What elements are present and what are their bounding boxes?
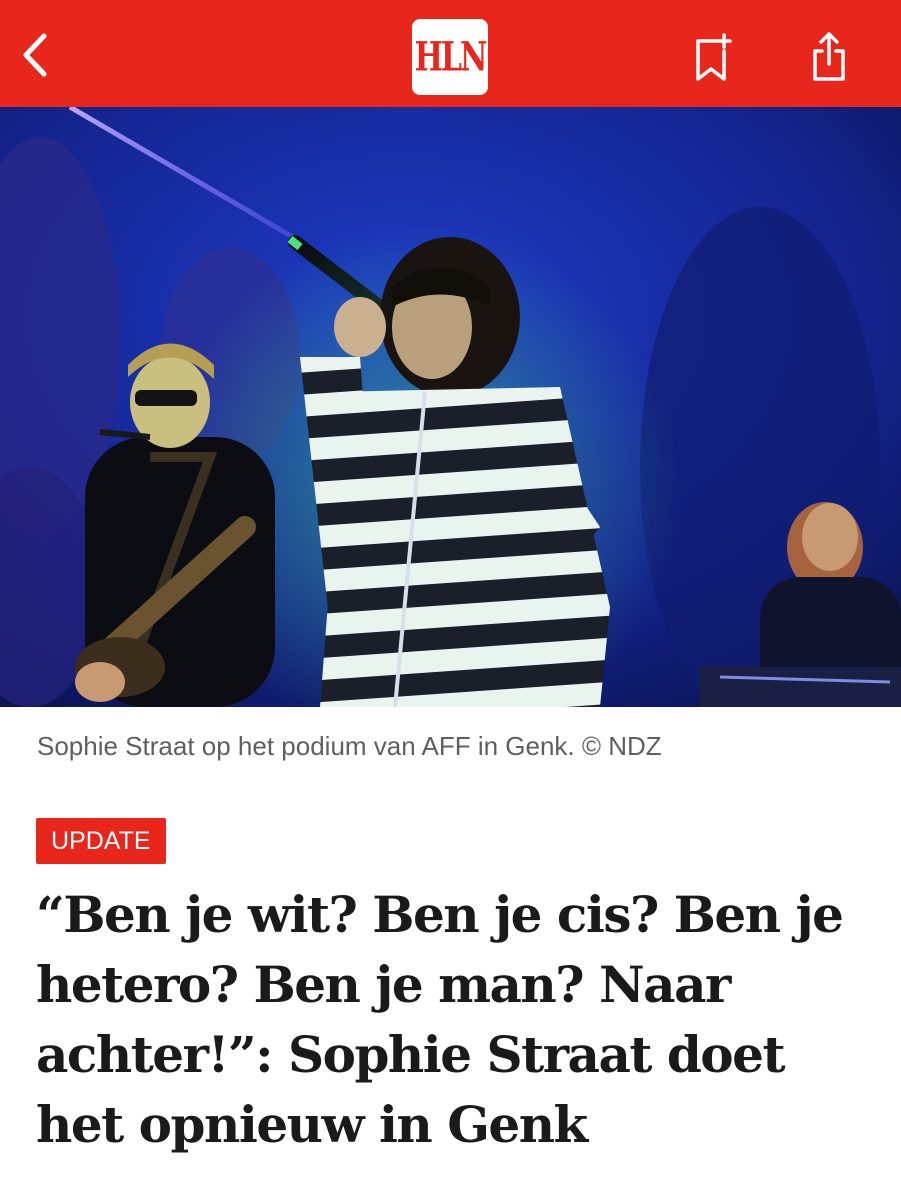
update-badge: UPDATE bbox=[36, 818, 166, 864]
bookmark-add-icon bbox=[696, 33, 732, 81]
chevron-left-icon bbox=[23, 33, 47, 77]
hln-logo[interactable]: HLN bbox=[412, 19, 488, 95]
article-hero-image[interactable] bbox=[0, 107, 901, 707]
share-button[interactable] bbox=[804, 28, 854, 86]
concert-photo bbox=[0, 107, 901, 707]
top-navigation-bar: HLN bbox=[0, 0, 901, 107]
bookmark-button[interactable] bbox=[688, 30, 738, 86]
logo-text: HLN bbox=[414, 33, 488, 81]
back-button[interactable] bbox=[10, 25, 60, 85]
image-caption: Sophie Straat op het podium van AFF in G… bbox=[37, 731, 662, 761]
share-icon bbox=[813, 32, 845, 81]
article-headline: “Ben je wit? Ben je cis? Ben je hetero? … bbox=[36, 885, 844, 1154]
